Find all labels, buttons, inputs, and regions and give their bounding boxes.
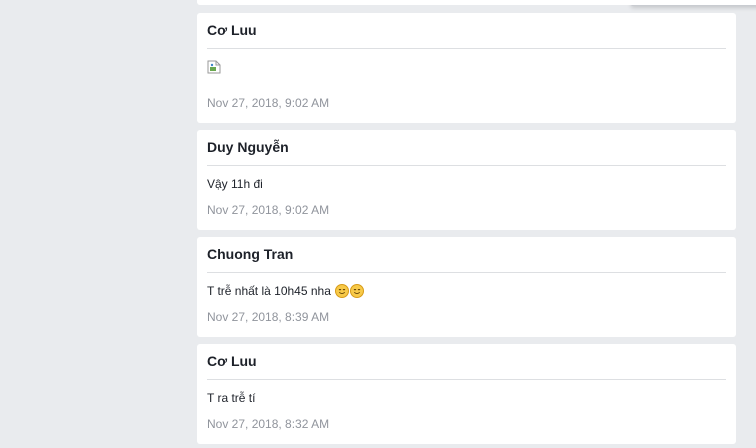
comment-message: T trễ nhất là 10h45 nha xyxy=(207,284,331,298)
comment-divider xyxy=(207,165,726,166)
comment-author[interactable]: Chuong Tran xyxy=(207,246,293,262)
comment-timestamp[interactable]: Nov 27, 2018, 8:32 AM xyxy=(207,417,329,431)
comment-author[interactable]: Duy Nguyễn xyxy=(207,139,289,155)
comment-card: Chuong Tran T trễ nhất là 10h45 nha Nov … xyxy=(197,237,736,337)
comment-message: T ra trễ tí xyxy=(207,391,256,405)
broken-image-icon[interactable] xyxy=(207,60,221,74)
comment-card: Cơ Luu Nov 27, 2018, 9:02 AM xyxy=(197,13,736,123)
comment-card: Duy Nguyễn Vậy 11h đi Nov 27, 2018, 9:02… xyxy=(197,130,736,230)
comment-message: Vậy 11h đi xyxy=(207,177,263,191)
comment-timestamp[interactable]: Nov 27, 2018, 9:02 AM xyxy=(207,96,329,110)
smiling-face-icon xyxy=(350,284,365,298)
comment-author[interactable]: Cơ Luu xyxy=(207,22,257,38)
comment-timestamp[interactable]: Nov 27, 2018, 9:02 AM xyxy=(207,203,329,217)
comment-message-row: T trễ nhất là 10h45 nha xyxy=(207,283,365,299)
comment-divider xyxy=(207,379,726,380)
comment-card-partial xyxy=(197,0,736,5)
comment-author[interactable]: Cơ Luu xyxy=(207,353,257,369)
smiling-face-icon xyxy=(335,284,350,298)
comment-timestamp[interactable]: Nov 27, 2018, 8:39 AM xyxy=(207,310,329,324)
comment-card: Cơ Luu T ra trễ tí Nov 27, 2018, 8:32 AM xyxy=(197,344,736,444)
comment-divider xyxy=(207,272,726,273)
comments-viewport: Cơ Luu Nov 27, 2018, 9:02 AM Duy Nguyễn … xyxy=(0,0,756,448)
comment-divider xyxy=(207,48,726,49)
